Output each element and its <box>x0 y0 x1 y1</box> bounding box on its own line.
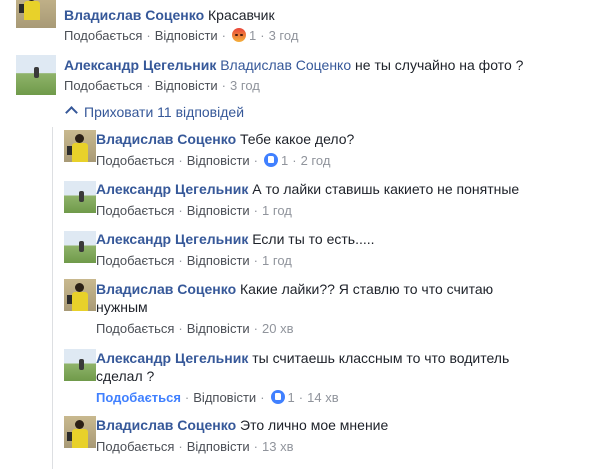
comment-text: Красавчик <box>208 7 275 23</box>
avatar[interactable] <box>64 130 96 162</box>
like-button[interactable]: Подобається <box>64 28 142 43</box>
reply-button[interactable]: Відповісти <box>187 153 250 168</box>
reply-button[interactable]: Відповісти <box>155 78 218 93</box>
like-button[interactable]: Подобається <box>96 321 174 336</box>
hide-replies-button[interactable]: Приховати 11 відповідей <box>65 103 244 121</box>
like-button[interactable]: Подобається <box>96 390 181 405</box>
reply-button[interactable]: Відповісти <box>193 390 256 405</box>
reply-author[interactable]: Александр Цегельник <box>96 350 248 366</box>
reaction-count[interactable]: 1 <box>288 390 295 405</box>
avatar[interactable] <box>16 0 56 28</box>
reply-text: Какие лайки?? Я ставлю то что считаю <box>240 281 494 297</box>
reply-text: Если ты то есть..... <box>252 231 375 247</box>
reply-author[interactable]: Владислав Соценко <box>96 131 236 147</box>
like-button[interactable]: Подобається <box>96 253 174 268</box>
like-icon[interactable] <box>264 153 279 167</box>
like-button[interactable]: Подобається <box>96 203 174 218</box>
reply-author[interactable]: Владислав Соценко <box>96 281 236 297</box>
thread-line <box>52 127 53 469</box>
timestamp[interactable]: 1 год <box>262 203 292 218</box>
like-button[interactable]: Подобається <box>96 153 174 168</box>
reaction-count[interactable]: 1 <box>249 28 256 43</box>
timestamp[interactable]: 2 год <box>301 153 331 168</box>
timestamp[interactable]: 14 хв <box>307 390 338 405</box>
reply-button[interactable]: Відповісти <box>187 253 250 268</box>
avatar[interactable] <box>64 416 96 448</box>
like-button[interactable]: Подобається <box>64 78 142 93</box>
reply-author[interactable]: Александр Цегельник <box>96 231 248 247</box>
timestamp[interactable]: 1 год <box>262 253 292 268</box>
avatar[interactable] <box>64 231 96 263</box>
reply-text: А то лайки ставишь какието не понятные <box>252 181 520 197</box>
chevron-up-icon <box>65 106 78 119</box>
reply-button[interactable]: Відповісти <box>155 28 218 43</box>
angry-icon[interactable] <box>232 28 247 42</box>
avatar[interactable] <box>64 349 96 381</box>
comment-author[interactable]: Владислав Соценко <box>64 7 204 23</box>
timestamp[interactable]: 13 хв <box>262 439 293 454</box>
reply-text: ты считаешь классным то что водитель <box>252 350 510 366</box>
reply-author[interactable]: Александр Цегельник <box>96 181 248 197</box>
mention-link[interactable]: Владислав Соценко <box>220 57 351 73</box>
comment-author[interactable]: Александр Цегельник <box>64 57 216 73</box>
reply-text: Тебе какое дело? <box>240 131 355 147</box>
reply-author[interactable]: Владислав Соценко <box>96 417 236 433</box>
reply-button[interactable]: Відповісти <box>187 203 250 218</box>
timestamp[interactable]: 20 хв <box>262 321 293 336</box>
timestamp[interactable]: 3 год <box>230 78 260 93</box>
timestamp[interactable]: 3 год <box>269 28 299 43</box>
reply-text: Это лично мое мнение <box>240 417 389 433</box>
like-button[interactable]: Подобається <box>96 439 174 454</box>
reply-text-continued: сделал ? <box>96 368 155 384</box>
avatar[interactable] <box>16 55 56 95</box>
reply-text-continued: нужным <box>96 299 148 315</box>
comment-text: не ты случайно на фото ? <box>355 57 524 73</box>
reply-button[interactable]: Відповісти <box>187 439 250 454</box>
like-icon[interactable] <box>270 390 285 404</box>
reaction-count[interactable]: 1 <box>281 153 288 168</box>
avatar[interactable] <box>64 181 96 213</box>
avatar[interactable] <box>64 279 96 311</box>
reply-button[interactable]: Відповісти <box>187 321 250 336</box>
